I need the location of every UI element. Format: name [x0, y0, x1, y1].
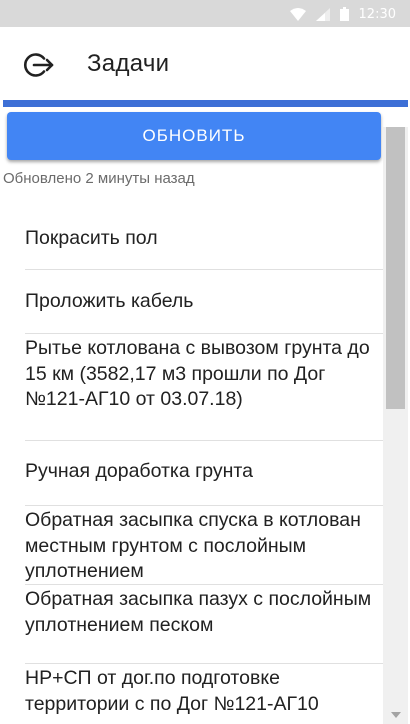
task-item[interactable]: Проложить кабель — [25, 270, 386, 334]
scroll-down-icon[interactable] — [391, 712, 401, 718]
page-title: Задачи — [87, 50, 170, 77]
task-item[interactable]: Рытье котлована с вывозом грунта до 15 к… — [25, 334, 386, 441]
task-list: Покрасить пол Проложить кабель Рытье кот… — [25, 208, 386, 724]
status-bar: 12:30 — [0, 0, 410, 27]
status-time: 12:30 — [358, 6, 396, 22]
status-icons: 12:30 — [289, 5, 396, 23]
signal-icon — [315, 7, 330, 21]
task-item[interactable]: Покрасить пол — [25, 208, 386, 270]
main-content: ОБНОВИТЬ Обновлено 2 минуты назад Покрас… — [3, 107, 408, 724]
task-item[interactable]: Ручная доработка грунта — [25, 441, 386, 506]
app-bar: Задачи — [3, 27, 408, 103]
scrollbar-thumb[interactable] — [386, 127, 405, 409]
task-item[interactable]: Обратная засыпка пазух с послойным уплот… — [25, 585, 386, 664]
refresh-button[interactable]: ОБНОВИТЬ — [7, 112, 381, 160]
header-strip — [3, 100, 408, 107]
wifi-icon — [289, 7, 306, 21]
task-item[interactable]: НР+СП от дог.по подготовке территории с … — [25, 664, 386, 724]
scrollbar[interactable] — [383, 127, 408, 724]
updated-status-text: Обновлено 2 минуты назад — [3, 170, 195, 187]
battery-icon — [339, 7, 349, 21]
task-item[interactable]: Обратная засыпка спуска в котлован местн… — [25, 506, 386, 585]
logout-icon[interactable] — [23, 49, 55, 81]
